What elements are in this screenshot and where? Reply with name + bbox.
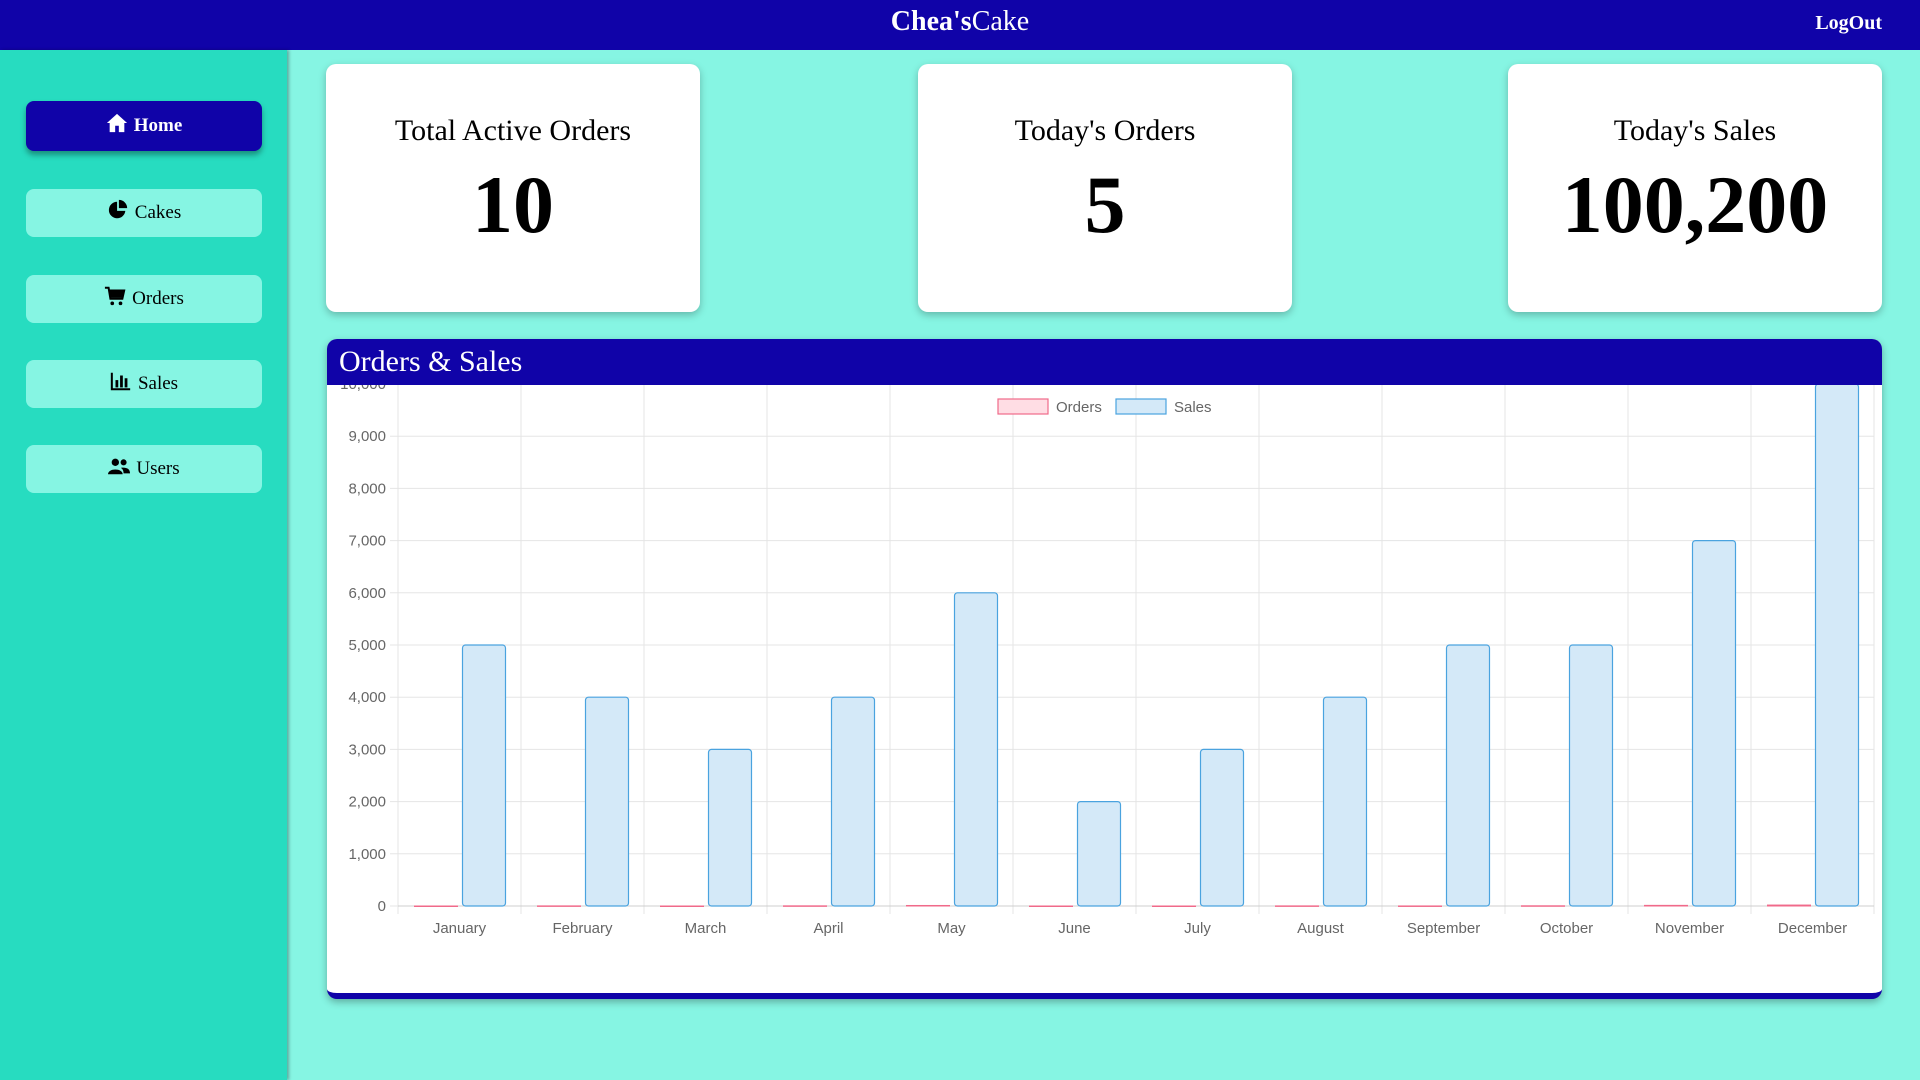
y-tick-label: 5,000	[348, 637, 386, 654]
bar-orders	[783, 905, 827, 907]
bar-orders	[537, 905, 581, 907]
bar-chart-icon	[110, 370, 132, 398]
users-icon	[108, 455, 131, 483]
sidebar: Home Cakes Orders Sales Users	[0, 50, 287, 1080]
sidebar-item-label: Orders	[132, 288, 184, 309]
y-tick-label: 3,000	[348, 741, 386, 758]
x-tick-label: July	[1184, 920, 1211, 937]
stat-value: 100,200	[1561, 159, 1829, 250]
orders-sales-chart: 0 1,000 2,000 3,000 4,000 5,000 6,000 7,000 8,00…	[340, 385, 1875, 937]
x-tick-label: May	[937, 920, 966, 937]
stat-card-todays-orders: Today's Orders 5	[918, 64, 1292, 312]
x-tick-label: February	[552, 920, 613, 937]
y-tick-label: 8,000	[348, 480, 386, 497]
x-tick-label: September	[1407, 920, 1480, 937]
y-tick-label: 10,000	[340, 385, 386, 393]
stat-title: Total Active Orders	[394, 114, 632, 147]
bar-orders	[1644, 904, 1688, 907]
legend-label: Sales	[1174, 399, 1212, 416]
sidebar-item-label: Cakes	[134, 202, 182, 223]
y-tick-label: 9,000	[348, 428, 386, 445]
stat-card-todays-sales: Today's Sales 100,200	[1508, 64, 1882, 312]
app-brand: Chea'sCake	[0, 6, 1920, 38]
bar-sales	[953, 592, 999, 907]
top-bar: Chea'sCake LogOut	[0, 0, 1920, 50]
bar-sales	[707, 748, 753, 907]
bar-orders	[1398, 905, 1442, 907]
x-tick-label: April	[813, 920, 843, 937]
stat-title: Today's Orders	[1014, 114, 1196, 147]
bar-orders	[1275, 905, 1319, 907]
sidebar-item-cakes[interactable]: Cakes	[26, 189, 262, 237]
x-tick-label: January	[433, 920, 487, 937]
y-tick-label: 2,000	[348, 794, 386, 811]
x-tick-label: June	[1058, 920, 1091, 937]
x-tick-label: December	[1778, 920, 1847, 937]
bar-sales	[830, 696, 876, 907]
sidebar-item-label: Sales	[137, 373, 179, 394]
stat-title: Today's Sales	[1613, 114, 1777, 147]
sidebar-item-sales[interactable]: Sales	[26, 360, 262, 408]
bar-sales	[461, 644, 507, 907]
bar-orders	[1152, 905, 1196, 907]
bar-sales	[1568, 644, 1614, 907]
stat-card-total-active-orders: Total Active Orders 10	[326, 64, 700, 312]
bar-sales	[1199, 748, 1245, 907]
bar-orders	[1767, 904, 1811, 907]
logout-link[interactable]: LogOut	[1815, 12, 1882, 35]
bar-sales	[1076, 801, 1122, 907]
bar-sales	[1445, 644, 1491, 907]
x-tick-label: October	[1540, 920, 1593, 937]
orders-sales-panel: Orders & Sales 0 1,000 2,000 3,000 4,000 5,00…	[327, 339, 1882, 999]
sidebar-item-orders[interactable]: Orders	[26, 275, 262, 323]
pie-chart-icon	[107, 199, 129, 227]
brand-bold: Chea's	[890, 6, 972, 37]
bar-orders	[1029, 905, 1073, 907]
cart-icon	[104, 285, 126, 313]
home-icon	[106, 112, 128, 140]
x-tick-label: March	[685, 920, 727, 937]
sidebar-item-label: Home	[133, 115, 183, 136]
bar-sales	[1322, 696, 1368, 907]
y-tick-label: 7,000	[348, 533, 386, 550]
stat-value: 5	[1084, 159, 1126, 250]
legend-swatch	[1115, 398, 1167, 415]
bar-orders	[660, 905, 704, 907]
brand-rest: Cake	[971, 6, 1030, 37]
y-tick-label: 0	[378, 898, 386, 915]
sidebar-item-label: Users	[136, 458, 180, 479]
x-tick-label: August	[1297, 920, 1345, 937]
bar-orders	[1521, 905, 1565, 907]
x-tick-label: November	[1655, 920, 1724, 937]
y-tick-label: 1,000	[348, 846, 386, 863]
bar-orders	[414, 905, 458, 907]
legend-label: Orders	[1056, 399, 1102, 416]
bar-sales	[1691, 540, 1737, 907]
panel-title: Orders & Sales	[327, 339, 1882, 385]
y-tick-label: 6,000	[348, 585, 386, 602]
legend-swatch	[997, 398, 1049, 415]
sidebar-item-users[interactable]: Users	[26, 445, 262, 493]
bar-orders	[906, 904, 950, 907]
stat-value: 10	[472, 159, 554, 250]
bar-sales	[1814, 385, 1860, 907]
bar-sales	[584, 696, 630, 907]
y-tick-label: 4,000	[348, 689, 386, 706]
sidebar-item-home[interactable]: Home	[26, 101, 262, 151]
